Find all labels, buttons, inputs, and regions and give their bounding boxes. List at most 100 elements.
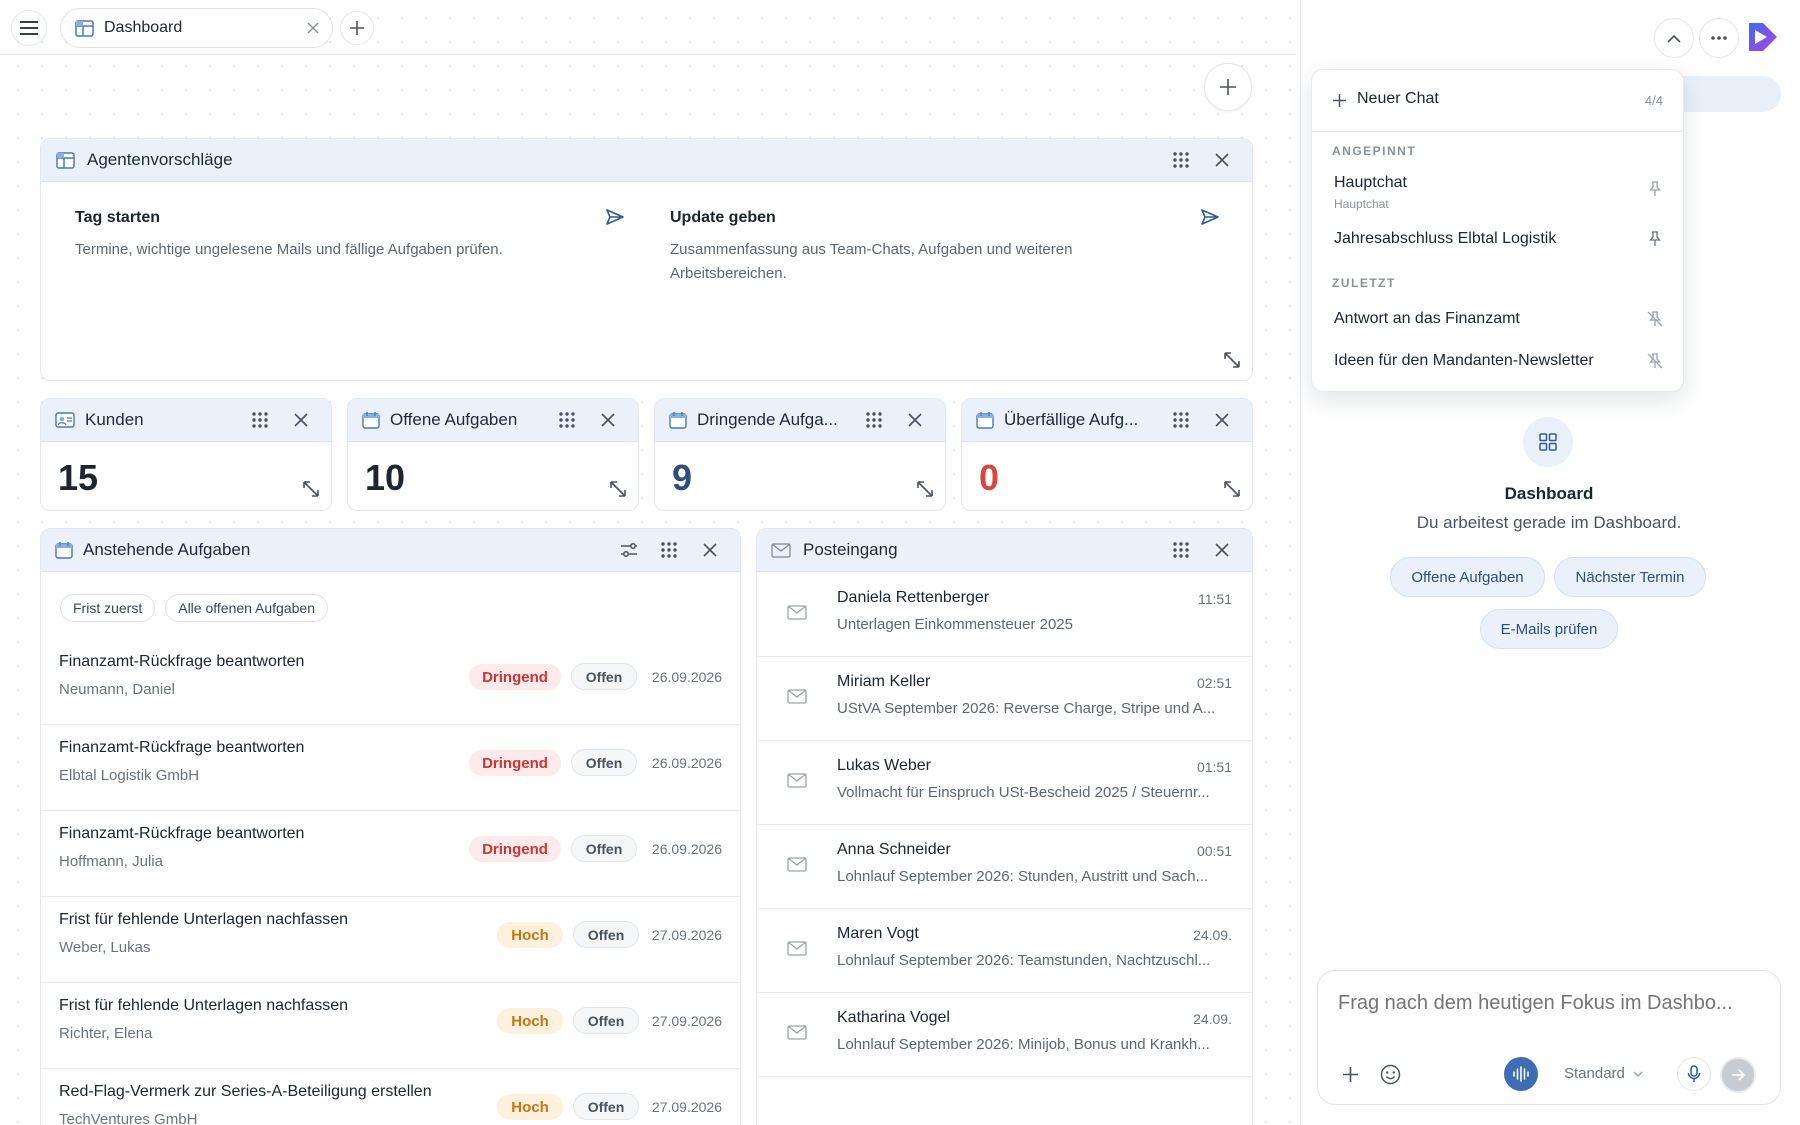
mail-row[interactable]: Lukas Weber 01:51 Vollmacht für Einspruc… xyxy=(757,741,1252,825)
stat-card-open-tasks[interactable]: Offene Aufgaben 10 xyxy=(347,398,639,511)
task-due-date: 26.09.2026 xyxy=(651,669,722,685)
status-badge: Offen xyxy=(571,749,637,776)
widget-header: Anstehende Aufgaben xyxy=(41,529,740,572)
chat-input[interactable] xyxy=(1338,985,1758,1021)
status-badge: Offen xyxy=(571,663,637,690)
drag-handle-icon[interactable] xyxy=(1169,408,1193,432)
task-due-date: 27.09.2026 xyxy=(651,1099,722,1115)
mail-row[interactable]: Maren Vogt 24.09. Lohnlauf September 202… xyxy=(757,909,1252,993)
more-icon xyxy=(1711,36,1727,40)
priority-badge: Dringend xyxy=(469,750,561,776)
chat-history-menu: Neuer Chat 4/4 ANGEPINNT Hauptchat Haupt… xyxy=(1311,69,1684,392)
task-title: Frist für fehlende Unterlagen nachfassen xyxy=(59,911,349,928)
collapse-button[interactable] xyxy=(1654,18,1694,58)
close-widget-icon[interactable] xyxy=(289,408,313,432)
drag-handle-icon[interactable] xyxy=(657,538,681,562)
chat-item-recent[interactable]: Ideen für den Mandanten-Newsletter xyxy=(1312,342,1683,382)
status-badge: Offen xyxy=(573,1007,639,1034)
chat-item-pinned[interactable]: Hauptchat Hauptchat xyxy=(1312,168,1683,216)
stat-card-customers[interactable]: Kunden 15 xyxy=(40,398,332,511)
chevron-up-icon xyxy=(1667,34,1681,43)
task-client: TechVentures GmbH xyxy=(59,1111,198,1125)
chat-count: 4/4 xyxy=(1644,93,1663,108)
pin-icon[interactable] xyxy=(1649,181,1661,197)
widget-title: Posteingang xyxy=(803,540,898,559)
task-row[interactable]: Finanzamt-Rückfrage beantworten Neumann,… xyxy=(41,639,740,725)
mode-selector[interactable]: Standard xyxy=(1564,1065,1643,1082)
unpin-icon[interactable] xyxy=(1647,353,1663,369)
stat-value: 0 xyxy=(979,457,1000,498)
expand-icon[interactable] xyxy=(1223,480,1241,498)
suggestion-card[interactable]: Tag starten Termine, wichtige ungelesene… xyxy=(55,194,635,294)
new-tab-button[interactable] xyxy=(340,11,374,45)
close-widget-icon[interactable] xyxy=(596,408,620,432)
drag-handle-icon[interactable] xyxy=(248,408,272,432)
close-widget-icon[interactable] xyxy=(1210,538,1234,562)
drag-handle-icon[interactable] xyxy=(862,408,886,432)
expand-icon[interactable] xyxy=(609,480,627,498)
mail-time: 24.09. xyxy=(1193,927,1232,943)
stat-card-urgent-tasks[interactable]: Dringende Aufga... 9 xyxy=(654,398,946,511)
task-client: Richter, Elena xyxy=(59,1025,153,1042)
filter-chip-deadline-first[interactable]: Frist zuerst xyxy=(60,594,156,622)
task-row[interactable]: Finanzamt-Rückfrage beantworten Elbtal L… xyxy=(41,725,740,811)
attach-plus-icon[interactable] xyxy=(1343,1067,1358,1082)
more-options-button[interactable] xyxy=(1699,18,1739,58)
suggestion-open-tasks[interactable]: Offene Aufgaben xyxy=(1390,557,1545,597)
suggestion-next-appointment[interactable]: Nächster Termin xyxy=(1554,557,1706,597)
priority-badge: Hoch xyxy=(497,1094,563,1120)
priority-badge: Hoch xyxy=(497,922,563,948)
filter-settings-icon[interactable] xyxy=(617,538,641,562)
send-button[interactable] xyxy=(1720,1057,1756,1093)
calendar-icon xyxy=(976,411,994,429)
close-widget-icon[interactable] xyxy=(698,538,722,562)
close-widget-icon[interactable] xyxy=(1210,408,1234,432)
mail-row[interactable]: Miriam Keller 02:51 UStVA September 2026… xyxy=(757,657,1252,741)
add-widget-button[interactable] xyxy=(1204,63,1252,111)
send-icon[interactable] xyxy=(1200,207,1220,227)
task-row[interactable]: Red-Flag-Vermerk zur Series-A-Beteiligun… xyxy=(41,1069,740,1125)
agent-suggestions-widget: Agentenvorschläge Tag starten Termine, w… xyxy=(40,138,1253,381)
suggestion-card[interactable]: Update geben Zusammenfassung aus Team-Ch… xyxy=(650,194,1230,294)
drag-handle-icon[interactable] xyxy=(1169,538,1193,562)
mail-row[interactable]: Anna Schneider 00:51 Lohnlauf September … xyxy=(757,825,1252,909)
plus-icon xyxy=(350,21,364,35)
expand-icon[interactable] xyxy=(916,480,934,498)
task-row[interactable]: Finanzamt-Rückfrage beantworten Hoffmann… xyxy=(41,811,740,897)
mail-icon xyxy=(787,857,807,872)
emoji-icon[interactable] xyxy=(1380,1064,1401,1085)
stat-value: 15 xyxy=(58,457,99,498)
mail-row[interactable]: Daniela Rettenberger 11:51 Unterlagen Ei… xyxy=(757,573,1252,657)
new-chat-button[interactable]: Neuer Chat 4/4 xyxy=(1312,70,1683,132)
widget-title: Agentenvorschläge xyxy=(87,150,233,169)
pin-icon[interactable] xyxy=(1649,231,1661,247)
chat-item-pinned[interactable]: Jahresabschluss Elbtal Logistik xyxy=(1312,220,1683,260)
mail-sender: Miriam Keller xyxy=(837,673,931,690)
suggestion-check-emails[interactable]: E-Mails prüfen xyxy=(1480,609,1618,649)
send-icon[interactable] xyxy=(605,207,625,227)
expand-icon[interactable] xyxy=(302,480,320,498)
app-logo-icon xyxy=(1745,19,1781,55)
tab-dashboard[interactable]: Dashboard xyxy=(60,8,333,48)
unpin-icon[interactable] xyxy=(1647,311,1663,327)
filter-chip-all-open[interactable]: Alle offenen Aufgaben xyxy=(165,594,328,622)
menu-button[interactable] xyxy=(11,10,47,46)
task-row[interactable]: Frist für fehlende Unterlagen nachfassen… xyxy=(41,897,740,983)
drag-handle-icon[interactable] xyxy=(1169,148,1193,172)
mail-row[interactable]: Katharina Vogel 24.09. Lohnlauf Septembe… xyxy=(757,993,1252,1077)
hamburger-icon xyxy=(20,21,38,35)
close-widget-icon[interactable] xyxy=(903,408,927,432)
chat-item-recent[interactable]: Antwort an das Finanzamt xyxy=(1312,300,1683,340)
mail-subject: UStVA September 2026: Reverse Charge, St… xyxy=(837,700,1216,717)
voice-mode-button[interactable] xyxy=(1504,1057,1538,1091)
close-tab-icon[interactable] xyxy=(306,21,320,35)
close-widget-icon[interactable] xyxy=(1210,148,1234,172)
expand-icon[interactable] xyxy=(1223,351,1241,369)
task-row[interactable]: Frist für fehlende Unterlagen nachfassen… xyxy=(41,983,740,1069)
grid-icon xyxy=(1539,433,1557,451)
layout-icon xyxy=(56,151,75,169)
stat-card-overdue-tasks[interactable]: Überfällige Aufg... 0 xyxy=(961,398,1253,511)
widget-title: Kunden xyxy=(85,410,144,429)
microphone-button[interactable] xyxy=(1677,1057,1711,1091)
drag-handle-icon[interactable] xyxy=(555,408,579,432)
